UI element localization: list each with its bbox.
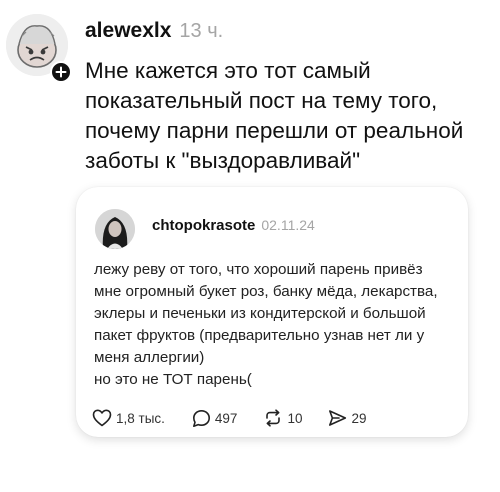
quoted-date: 02.11.24 xyxy=(261,217,315,233)
send-icon xyxy=(329,410,347,426)
post-text-line: показательный пост на тему того, xyxy=(85,88,438,113)
quoted-text-line: эклеры и печеньки из кондитерской и боль… xyxy=(94,305,426,322)
quoted-text-line: меня аллергии) xyxy=(94,349,205,366)
quoted-avatar-image xyxy=(95,209,135,249)
share-button[interactable]: 29 xyxy=(328,409,367,427)
share-count: 29 xyxy=(351,410,367,426)
quoted-text-line: лежу реву от того, что хороший парень пр… xyxy=(94,261,423,278)
follow-button[interactable] xyxy=(50,61,72,83)
action-bar: 1,8 тыс. 497 10 29 xyxy=(92,406,367,430)
quoted-post-text: лежу реву от того, что хороший парень пр… xyxy=(94,259,460,391)
comment-bubble-icon xyxy=(192,409,210,427)
thread-post: alewexlx 13 ч. Мне кажется это тот самый… xyxy=(0,0,500,492)
post-text: Мне кажется это тот самый показательный … xyxy=(85,56,495,176)
comment-count: 497 xyxy=(214,410,238,426)
repost-count: 10 xyxy=(287,410,303,426)
quoted-post-card[interactable]: chtopokrasote 02.11.24 лежу реву от того… xyxy=(76,187,468,437)
post-text-line: Мне кажется это тот самый xyxy=(85,58,371,83)
post-header: alewexlx 13 ч. xyxy=(85,19,223,43)
quoted-username[interactable]: chtopokrasote xyxy=(152,217,255,234)
quoted-text-line: мне огромный букет роз, банку мёда, лека… xyxy=(94,283,438,300)
repost-button[interactable]: 10 xyxy=(263,409,302,427)
post-text-line: заботы к "выздоравливай" xyxy=(85,148,361,173)
post-time: 13 ч. xyxy=(179,20,224,42)
plus-icon xyxy=(55,66,67,78)
repost-arrows-icon xyxy=(266,409,281,427)
like-button[interactable]: 1,8 тыс. xyxy=(92,409,165,427)
quoted-avatar[interactable] xyxy=(95,209,135,249)
username[interactable]: alewexlx xyxy=(85,19,171,43)
quoted-text-line: но это не ТОТ парень( xyxy=(94,371,252,388)
like-count: 1,8 тыс. xyxy=(116,410,165,426)
quoted-text-line: пакет фруктов (предварительно узнав нет … xyxy=(94,327,425,344)
heart-icon xyxy=(92,409,112,427)
post-text-line: почему парни перешли от реальной xyxy=(85,118,464,143)
comment-button[interactable]: 497 xyxy=(192,409,238,428)
quoted-post-header: chtopokrasote 02.11.24 xyxy=(152,217,315,234)
